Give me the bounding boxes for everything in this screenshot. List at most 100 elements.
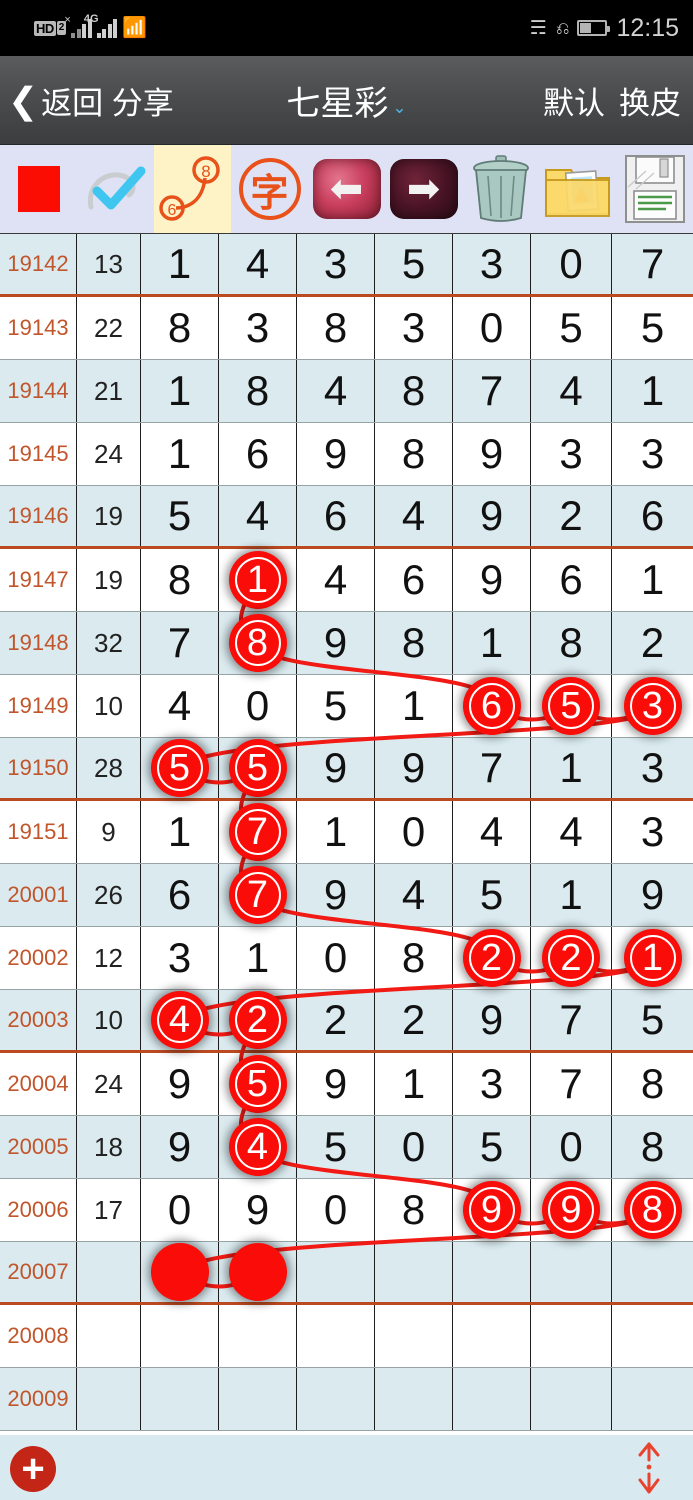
cell-number[interactable]: 4	[141, 990, 219, 1050]
cell-number[interactable]	[297, 1368, 375, 1430]
cell-number[interactable]: 0	[297, 927, 375, 989]
cell-number[interactable]: 6	[375, 549, 453, 611]
marked-ball[interactable]: 7	[228, 803, 287, 861]
cell-number[interactable]: 9	[297, 738, 375, 798]
cell-number[interactable]: 8	[141, 297, 219, 359]
cell-number[interactable]: 8	[219, 360, 297, 422]
cell-number[interactable]: 9	[297, 864, 375, 926]
add-button[interactable]: +	[10, 1446, 56, 1492]
cell-number[interactable]: 4	[375, 486, 453, 546]
cell-number[interactable]: 1	[375, 675, 453, 737]
back-button[interactable]: ❮ 返回 分享	[8, 56, 174, 145]
cell-number[interactable]: 9	[453, 549, 531, 611]
cell-number[interactable]: 5	[297, 675, 375, 737]
cell-number[interactable]: 9	[141, 1116, 219, 1178]
cell-number[interactable]	[141, 1368, 219, 1430]
cell-number[interactable]	[141, 1305, 219, 1367]
cell-number[interactable]: 8	[297, 297, 375, 359]
cell-number[interactable]: 1	[297, 801, 375, 863]
cell-number[interactable]: 9	[297, 1053, 375, 1115]
cell-number[interactable]: 7	[612, 234, 693, 294]
cell-number[interactable]: 8	[375, 612, 453, 674]
table-row[interactable]: 20003 10 4 2 2 2 9 7 5	[0, 990, 693, 1053]
cell-number[interactable]: 8	[219, 612, 297, 674]
cell-number[interactable]: 7	[453, 360, 531, 422]
cell-number[interactable]: 7	[141, 612, 219, 674]
cell-number[interactable]	[453, 1305, 531, 1367]
cell-number[interactable]: 9	[141, 1053, 219, 1115]
cell-number[interactable]: 0	[375, 801, 453, 863]
cell-number[interactable]: 5	[141, 486, 219, 546]
cell-number[interactable]: 5	[297, 1116, 375, 1178]
cell-number[interactable]: 6	[297, 486, 375, 546]
marked-ball[interactable]: 1	[228, 551, 287, 609]
cell-number[interactable]: 1	[612, 549, 693, 611]
cell-number[interactable]: 4	[531, 801, 612, 863]
cell-number[interactable]: 2	[375, 990, 453, 1050]
table-row[interactable]: 19143 22 8 3 8 3 0 5 5	[0, 297, 693, 360]
cell-number[interactable]	[531, 1305, 612, 1367]
marked-ball[interactable]	[150, 1243, 209, 1301]
cell-number[interactable]: 3	[612, 675, 693, 737]
cell-number[interactable]: 8	[375, 360, 453, 422]
arrow-left-icon-button[interactable]: ⬅	[308, 145, 385, 233]
cell-number[interactable]: 1	[219, 927, 297, 989]
cell-number[interactable]: 7	[453, 738, 531, 798]
cell-number[interactable]: 7	[531, 1053, 612, 1115]
cell-number[interactable]: 6	[531, 549, 612, 611]
cell-number[interactable]: 3	[219, 297, 297, 359]
cell-number[interactable]	[612, 1242, 693, 1302]
cell-number[interactable]: 5	[453, 1116, 531, 1178]
cell-number[interactable]: 5	[219, 738, 297, 798]
cell-number[interactable]: 9	[297, 612, 375, 674]
cell-number[interactable]	[531, 1242, 612, 1302]
cell-number[interactable]: 0	[141, 1179, 219, 1241]
table-row[interactable]: 19150 28 5 5 9 9 7 1 3	[0, 738, 693, 801]
cell-number[interactable]	[219, 1305, 297, 1367]
cell-number[interactable]: 9	[453, 423, 531, 485]
cell-number[interactable]: 4	[375, 864, 453, 926]
marked-ball[interactable]: 7	[228, 866, 287, 924]
cell-number[interactable]: 0	[375, 1116, 453, 1178]
cell-number[interactable]	[453, 1242, 531, 1302]
table-row[interactable]: 20006 17 0 9 0 8 9 9 8	[0, 1179, 693, 1242]
cell-number[interactable]: 3	[375, 297, 453, 359]
cell-number[interactable]	[219, 1368, 297, 1430]
table-row[interactable]: 19149 10 4 0 5 1 6 5 3	[0, 675, 693, 738]
marked-ball[interactable]	[228, 1243, 287, 1301]
cell-number[interactable]: 9	[612, 864, 693, 926]
cell-number[interactable]: 4	[219, 486, 297, 546]
skin-default-button[interactable]: 默认	[543, 78, 605, 123]
table-row[interactable]: 19145 24 1 6 9 8 9 3 3	[0, 423, 693, 486]
marked-ball[interactable]: 8	[623, 1181, 682, 1239]
cell-number[interactable]: 0	[531, 1116, 612, 1178]
cell-number[interactable]: 1	[612, 360, 693, 422]
table-row[interactable]: 20004 24 9 5 9 1 3 7 8	[0, 1053, 693, 1116]
cell-number[interactable]: 0	[531, 234, 612, 294]
cell-number[interactable]: 2	[297, 990, 375, 1050]
cell-number[interactable]	[375, 1305, 453, 1367]
marked-ball[interactable]: 3	[623, 677, 682, 735]
cell-number[interactable]: 4	[141, 675, 219, 737]
cell-number[interactable]	[612, 1305, 693, 1367]
cell-number[interactable]: 5	[219, 1053, 297, 1115]
cell-number[interactable]: 4	[219, 234, 297, 294]
cell-number[interactable]: 8	[612, 1053, 693, 1115]
cell-number[interactable]: 9	[375, 738, 453, 798]
table-row[interactable]: 20009	[0, 1368, 693, 1431]
marked-ball[interactable]: 5	[228, 739, 287, 797]
connect-68-icon-button[interactable]: 8 6	[154, 145, 231, 233]
marked-ball[interactable]: 4	[228, 1118, 287, 1176]
cell-number[interactable]	[375, 1368, 453, 1430]
skin-change-button[interactable]: 换皮	[619, 78, 681, 123]
cell-number[interactable]: 2	[531, 927, 612, 989]
table-row[interactable]: 19144 21 1 8 4 8 7 4 1	[0, 360, 693, 423]
cell-number[interactable]	[612, 1368, 693, 1430]
cell-number[interactable]: 5	[375, 234, 453, 294]
arrow-right-icon-button[interactable]: ➡	[385, 145, 462, 233]
cell-number[interactable]: 4	[453, 801, 531, 863]
cell-number[interactable]: 9	[531, 1179, 612, 1241]
cell-number[interactable]: 5	[612, 990, 693, 1050]
cell-number[interactable]: 8	[375, 423, 453, 485]
cell-number[interactable]	[141, 1242, 219, 1302]
